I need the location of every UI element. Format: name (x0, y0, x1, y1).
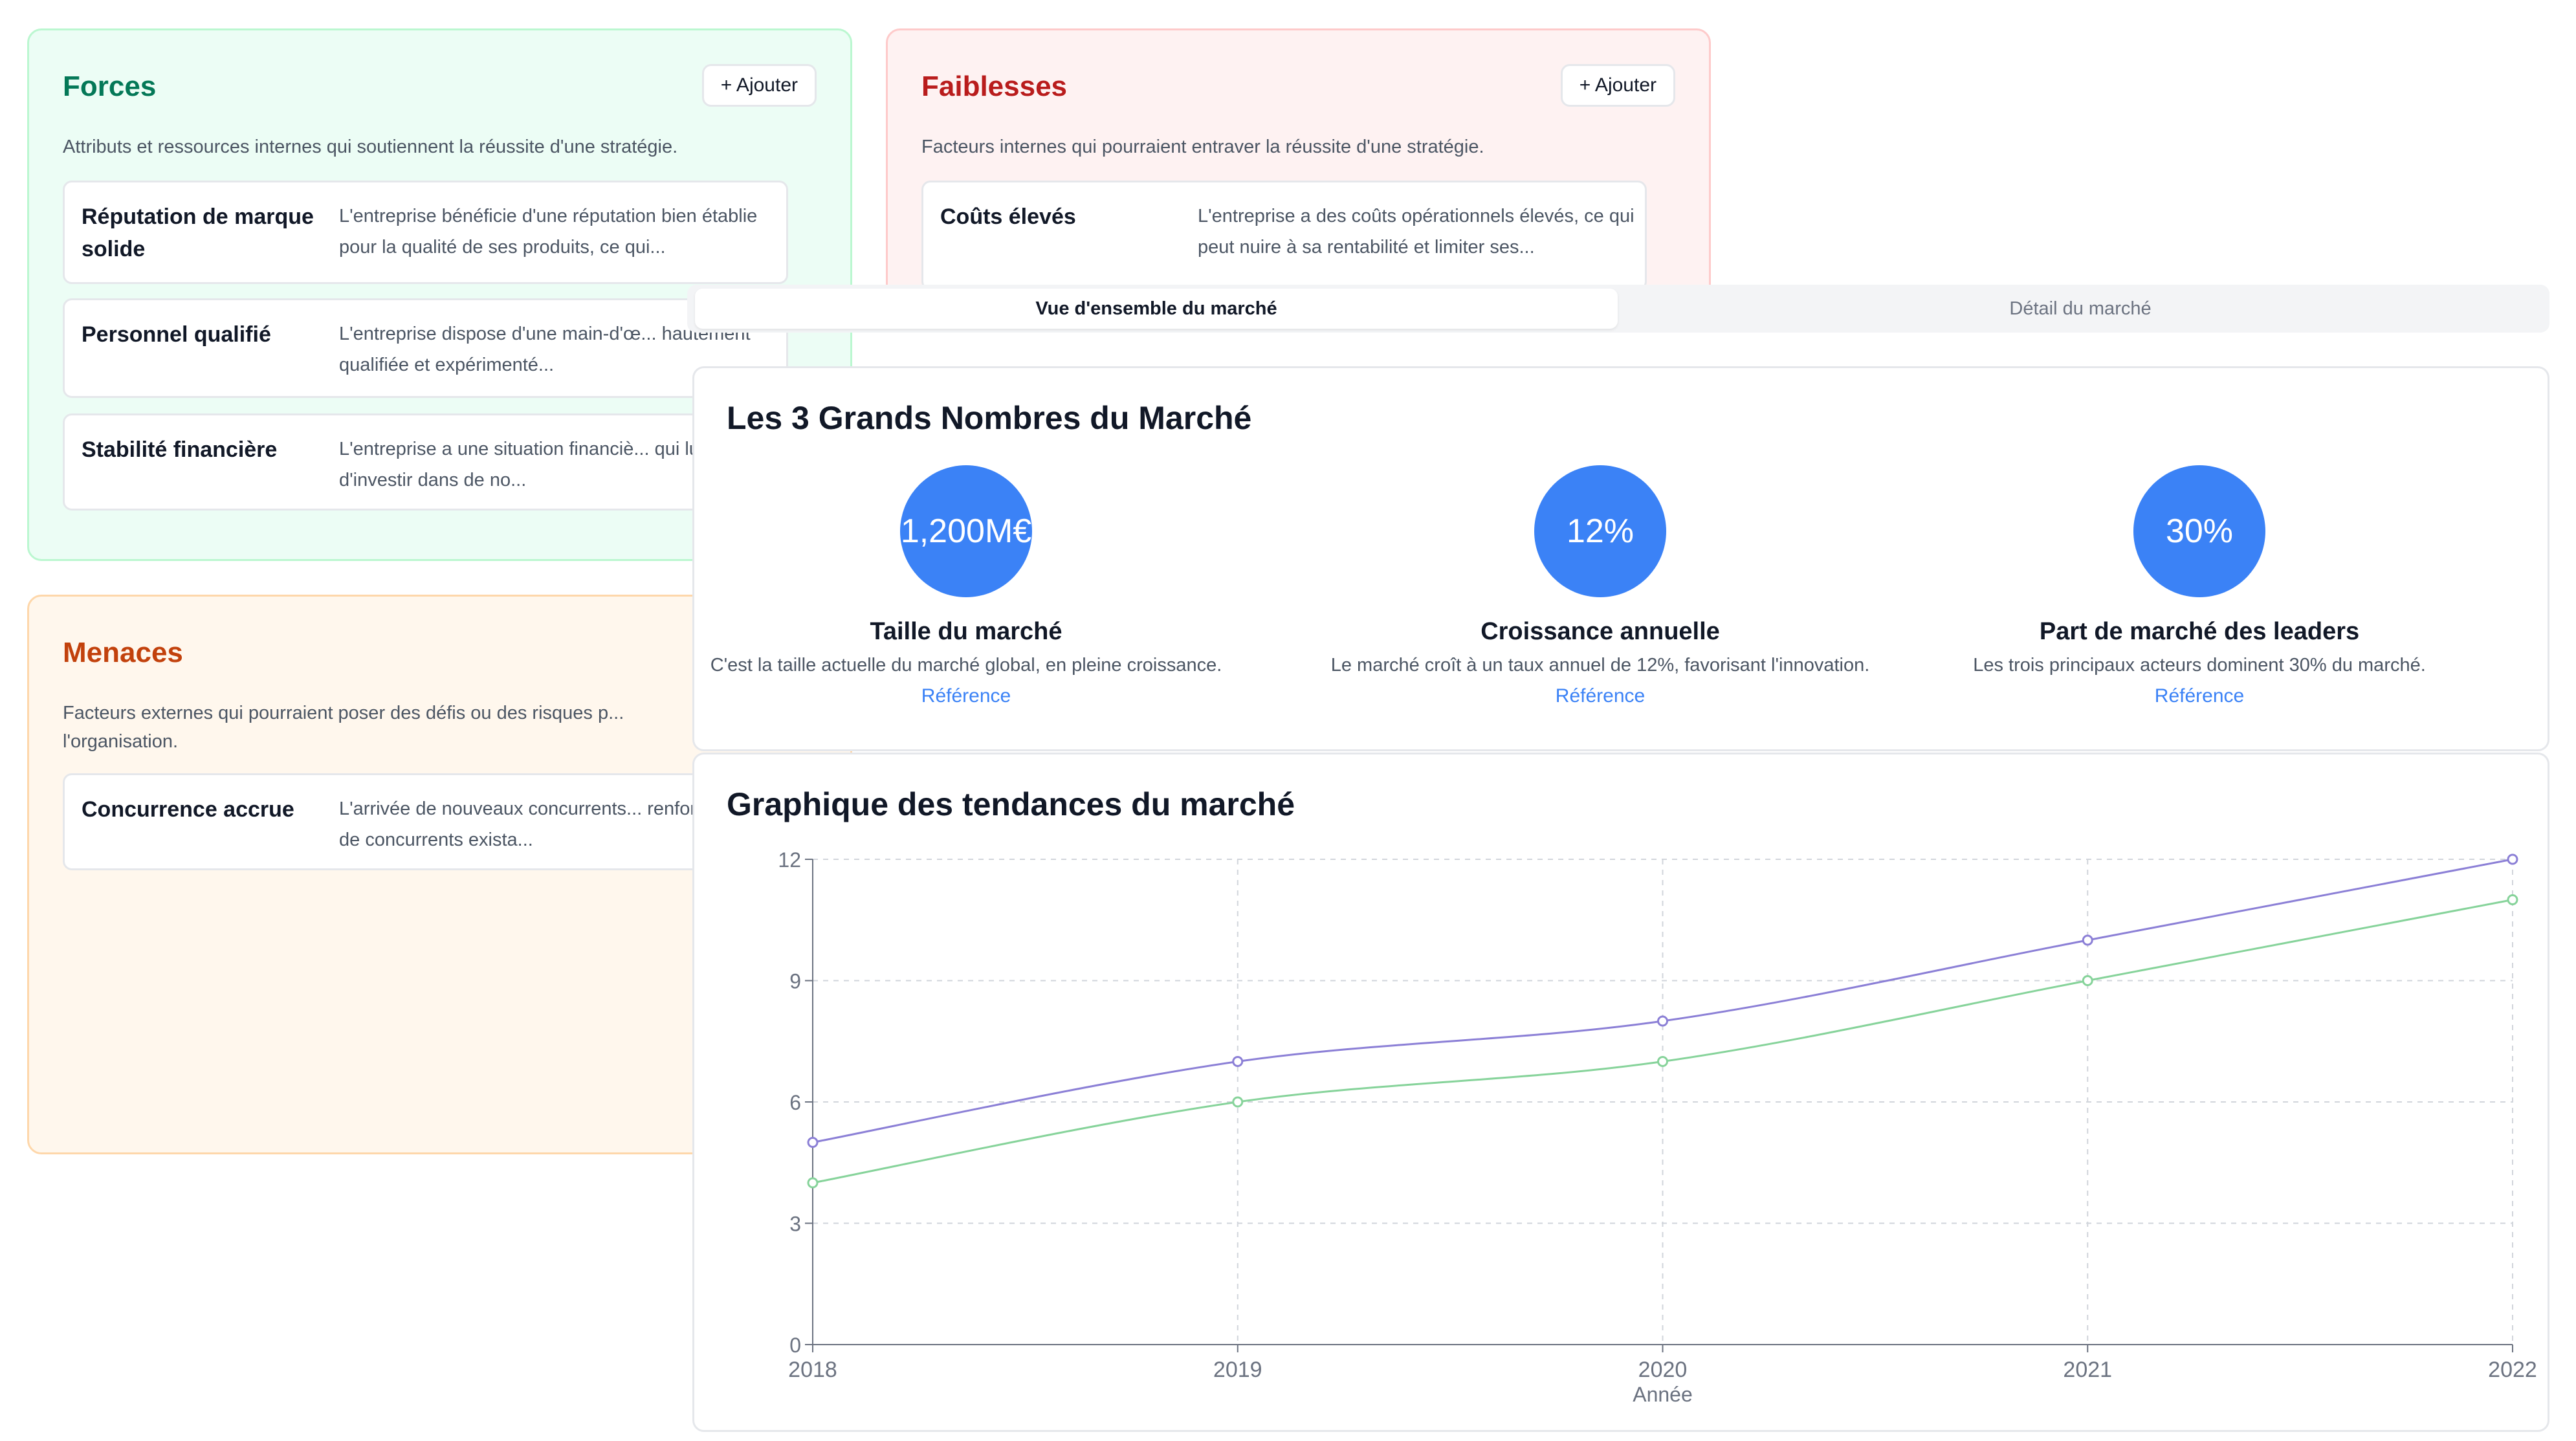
metric-title: Croissance annuelle (1481, 618, 1720, 645)
x-tick-label: 2019 (1213, 1358, 1262, 1382)
forces-add-button[interactable]: + Ajouter (701, 64, 817, 107)
forces-item-title: Personnel qualifié (82, 322, 271, 347)
forces-item[interactable]: Personnel qualifié L'entreprise dispose … (63, 298, 788, 398)
menaces-item-title: Concurrence accrue (82, 797, 294, 822)
faiblesses-description: Facteurs internes qui pourraient entrave… (921, 137, 1484, 157)
forces-title: Forces (63, 71, 157, 102)
forces-item-title: Stabilité financière (82, 437, 278, 462)
forces-item[interactable]: Réputation de marque solide L'entreprise… (63, 181, 788, 284)
market-tabs: Vue d'ensemble du marché Détail du march… (687, 285, 2549, 333)
reference-link[interactable]: Référence (1277, 685, 1924, 707)
y-tick-label: 3 (789, 1213, 801, 1236)
y-tick-label: 6 (789, 1091, 801, 1114)
series-point-1 (807, 1177, 819, 1189)
series-point-0 (807, 1137, 819, 1148)
reference-link[interactable]: Référence (643, 685, 1290, 707)
faiblesses-title: Faiblesses (921, 71, 1068, 102)
x-tick-label: 2021 (2063, 1358, 2112, 1382)
faiblesses-item[interactable]: Coûts élevés L'entreprise a des coûts op… (921, 181, 1647, 291)
menaces-description: Facteurs externes qui pourraient poser d… (63, 703, 624, 752)
faiblesses-add-button[interactable]: + Ajouter (1560, 64, 1675, 107)
faiblesses-card: Faiblesses + Ajouter Facteurs internes q… (886, 28, 1711, 300)
menaces-item[interactable]: Concurrence accrue L'arrivée de nouveaux… (63, 773, 788, 870)
forces-description: Attributs et ressources internes qui sou… (63, 137, 678, 157)
key-numbers-panel: Les 3 Grands Nombres du Marché 1,200M€ T… (692, 366, 2549, 751)
x-tick-label: 2022 (2488, 1358, 2537, 1382)
menaces-title: Menaces (63, 637, 183, 668)
metric-leader-share: 30% Part de marché des leaders Les trois… (1876, 465, 2523, 707)
metric-value-circle: 30% (2133, 465, 2265, 597)
metric-description: C'est la taille actuelle du marché globa… (710, 655, 1222, 676)
y-tick-label: 12 (778, 848, 801, 872)
key-numbers-title: Les 3 Grands Nombres du Marché (727, 400, 1252, 436)
metric-title: Taille du marché (870, 618, 1062, 645)
series-point-0 (1232, 1056, 1244, 1067)
metric-value-circle: 12% (1534, 465, 1666, 597)
y-tick-label: 9 (789, 970, 801, 993)
series-point-1 (2082, 975, 2093, 986)
metric-description: Le marché croît à un taux annuel de 12%,… (1330, 655, 1870, 676)
market-trends-panel: Graphique des tendances du marché 0 3 6 9 12… (692, 753, 2549, 1432)
series-point-1 (1657, 1056, 1668, 1067)
reference-link[interactable]: Référence (1876, 685, 2523, 707)
faiblesses-item-text: L'entreprise a des coûts opérationnels é… (1198, 206, 1635, 258)
x-tick-label: 2020 (1638, 1358, 1688, 1382)
metric-title: Part de marché des leaders (2039, 618, 2360, 645)
x-axis-label: Année (1633, 1383, 1693, 1406)
metric-value-circle: 1,200M€ (900, 465, 1032, 597)
forces-item-title: Réputation de marque solide (82, 204, 314, 261)
series-point-0 (2082, 934, 2093, 946)
market-trends-chart: 0 3 6 9 12 2018 2019 2020 2021 2022 Année (778, 848, 2537, 1406)
metric-description: Les trois principaux acteurs dominent 30… (1973, 655, 2426, 676)
y-tick-label: 0 (789, 1334, 801, 1357)
tab-detail[interactable]: Détail du marché (1619, 289, 2542, 329)
forces-item-text: L'entreprise bénéficie d'une réputation … (339, 206, 758, 258)
series-point-0 (1657, 1015, 1668, 1027)
series-point-1 (2507, 894, 2518, 905)
tab-overview[interactable]: Vue d'ensemble du marché (695, 289, 1618, 329)
series-point-1 (1232, 1096, 1244, 1108)
metric-market-size: 1,200M€ Taille du marché C'est la taille… (643, 465, 1290, 707)
metric-annual-growth: 12% Croissance annuelle Le marché croît … (1277, 465, 1924, 707)
x-tick-label: 2018 (788, 1358, 837, 1382)
faiblesses-item-title: Coûts élevés (940, 204, 1076, 229)
series-point-0 (2507, 853, 2518, 865)
